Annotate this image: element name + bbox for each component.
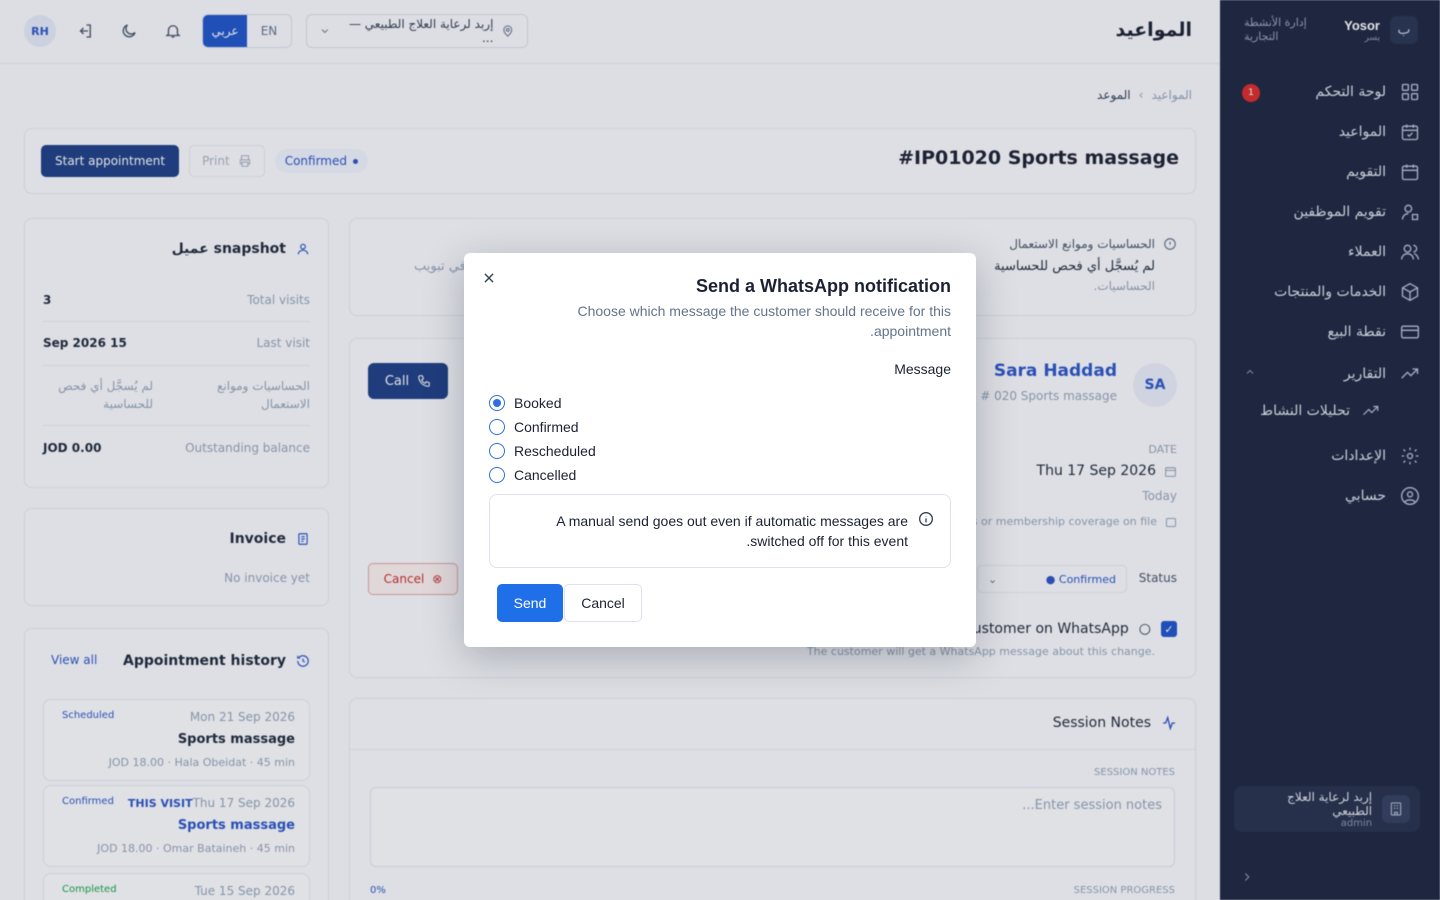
radio-button[interactable] — [489, 443, 505, 459]
radio-booked[interactable]: Booked — [489, 391, 596, 415]
radio-cancelled[interactable]: Cancelled — [489, 463, 596, 487]
radio-label: Confirmed — [514, 419, 579, 435]
cancel-button[interactable]: Cancel — [564, 584, 642, 622]
manual-send-notice: A manual send goes out even if automatic… — [489, 494, 951, 568]
whatsapp-notification-dialog: Send a WhatsApp notification Choose whic… — [464, 253, 976, 647]
radio-confirmed[interactable]: Confirmed — [489, 415, 596, 439]
notice-text: A manual send goes out even if automatic… — [556, 513, 908, 549]
message-label: Message — [894, 361, 951, 377]
radio-rescheduled[interactable]: Rescheduled — [489, 439, 596, 463]
dialog-description: Choose which message the customer should… — [577, 303, 951, 339]
radio-button[interactable] — [489, 395, 505, 411]
radio-label: Booked — [514, 395, 562, 411]
message-radio-group: Booked Confirmed Rescheduled Cancelled — [489, 391, 596, 487]
radio-button[interactable] — [489, 467, 505, 483]
send-button[interactable]: Send — [497, 584, 563, 622]
dialog-title: Send a WhatsApp notification — [696, 276, 951, 296]
radio-label: Cancelled — [514, 467, 577, 483]
radio-button[interactable] — [489, 419, 505, 435]
close-icon[interactable] — [482, 271, 496, 285]
info-icon — [919, 512, 933, 526]
radio-label: Rescheduled — [514, 443, 596, 459]
